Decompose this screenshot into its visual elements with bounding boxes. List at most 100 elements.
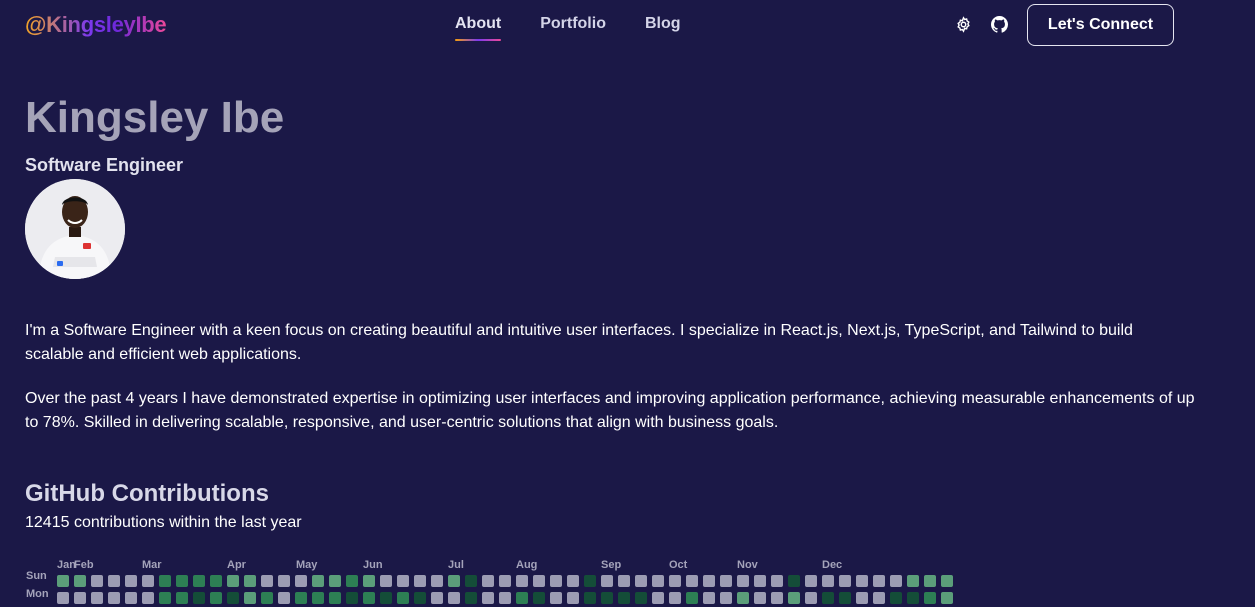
contribution-cell[interactable] [448, 575, 460, 587]
contribution-cell[interactable] [363, 592, 375, 604]
contribution-cell[interactable] [771, 575, 783, 587]
contribution-cell[interactable] [516, 575, 528, 587]
contribution-cell[interactable] [312, 575, 324, 587]
contribution-cell[interactable] [890, 575, 902, 587]
contribution-cell[interactable] [635, 575, 647, 587]
contribution-cell[interactable] [941, 592, 953, 604]
contribution-cell[interactable] [516, 592, 528, 604]
contribution-cell[interactable] [346, 592, 358, 604]
contribution-cell[interactable] [737, 592, 749, 604]
contribution-cell[interactable] [108, 592, 120, 604]
contribution-cell[interactable] [601, 592, 613, 604]
contribution-cell[interactable] [873, 592, 885, 604]
contribution-cell[interactable] [788, 592, 800, 604]
contribution-cell[interactable] [856, 575, 868, 587]
contribution-cell[interactable] [176, 575, 188, 587]
contribution-cell[interactable] [720, 575, 732, 587]
contribution-cell[interactable] [465, 592, 477, 604]
contribution-cell[interactable] [822, 592, 834, 604]
contribution-cell[interactable] [482, 592, 494, 604]
contribution-cell[interactable] [703, 575, 715, 587]
contribution-cell[interactable] [261, 592, 273, 604]
contribution-cell[interactable] [125, 575, 137, 587]
contribution-cell[interactable] [635, 592, 647, 604]
contribution-cell[interactable] [686, 592, 698, 604]
contribution-cell[interactable] [652, 592, 664, 604]
contribution-cell[interactable] [380, 592, 392, 604]
contribution-cell[interactable] [788, 575, 800, 587]
contribution-cell[interactable] [805, 592, 817, 604]
contribution-cell[interactable] [924, 575, 936, 587]
contribution-cell[interactable] [227, 575, 239, 587]
contribution-cell[interactable] [397, 592, 409, 604]
github-icon[interactable] [990, 15, 1008, 33]
contribution-cell[interactable] [295, 575, 307, 587]
contribution-cell[interactable] [924, 592, 936, 604]
contribution-cell[interactable] [414, 575, 426, 587]
contribution-cell[interactable] [227, 592, 239, 604]
contribution-cell[interactable] [856, 592, 868, 604]
contribution-cell[interactable] [363, 575, 375, 587]
contribution-cell[interactable] [108, 575, 120, 587]
contribution-cell[interactable] [907, 575, 919, 587]
contribution-cell[interactable] [601, 575, 613, 587]
contribution-cell[interactable] [142, 592, 154, 604]
contribution-cell[interactable] [431, 575, 443, 587]
contribution-cell[interactable] [193, 592, 205, 604]
contribution-cell[interactable] [550, 592, 562, 604]
contribution-cell[interactable] [907, 592, 919, 604]
contribution-cell[interactable] [91, 575, 103, 587]
contribution-cell[interactable] [686, 575, 698, 587]
contribution-cell[interactable] [499, 575, 511, 587]
contribution-cell[interactable] [482, 575, 494, 587]
contribution-cell[interactable] [261, 575, 273, 587]
contribution-cell[interactable] [74, 592, 86, 604]
site-logo[interactable]: @KingsleyIbe [25, 12, 167, 38]
contribution-cell[interactable] [414, 592, 426, 604]
contribution-cell[interactable] [380, 575, 392, 587]
contribution-cell[interactable] [584, 575, 596, 587]
contribution-cell[interactable] [584, 592, 596, 604]
contribution-cell[interactable] [533, 592, 545, 604]
contribution-cell[interactable] [805, 575, 817, 587]
contribution-cell[interactable] [346, 575, 358, 587]
contribution-cell[interactable] [669, 592, 681, 604]
lets-connect-button[interactable]: Let's Connect [1027, 4, 1174, 46]
contribution-cell[interactable] [91, 592, 103, 604]
contribution-cell[interactable] [244, 592, 256, 604]
contribution-cell[interactable] [737, 575, 749, 587]
contribution-cell[interactable] [329, 592, 341, 604]
contribution-cell[interactable] [159, 592, 171, 604]
nav-link-blog[interactable]: Blog [645, 15, 681, 41]
contribution-cell[interactable] [533, 575, 545, 587]
contribution-cell[interactable] [550, 575, 562, 587]
contribution-cell[interactable] [210, 592, 222, 604]
contribution-cell[interactable] [839, 592, 851, 604]
contribution-cell[interactable] [125, 592, 137, 604]
contribution-cell[interactable] [754, 575, 766, 587]
contribution-cell[interactable] [465, 575, 477, 587]
contribution-cell[interactable] [567, 592, 579, 604]
contribution-cell[interactable] [210, 575, 222, 587]
contribution-cell[interactable] [652, 575, 664, 587]
contribution-cell[interactable] [159, 575, 171, 587]
contribution-cell[interactable] [397, 575, 409, 587]
contribution-cell[interactable] [771, 592, 783, 604]
contribution-cell[interactable] [873, 575, 885, 587]
contribution-cell[interactable] [57, 592, 69, 604]
contribution-cell[interactable] [295, 592, 307, 604]
contribution-cell[interactable] [941, 575, 953, 587]
contribution-cell[interactable] [754, 592, 766, 604]
nav-link-about[interactable]: About [455, 15, 502, 41]
contribution-cell[interactable] [278, 592, 290, 604]
contribution-cell[interactable] [448, 592, 460, 604]
contribution-cell[interactable] [244, 575, 256, 587]
gear-icon[interactable] [954, 15, 972, 33]
contribution-cell[interactable] [74, 575, 86, 587]
contribution-cell[interactable] [669, 575, 681, 587]
contribution-cell[interactable] [312, 592, 324, 604]
contribution-cell[interactable] [329, 575, 341, 587]
contribution-cell[interactable] [57, 575, 69, 587]
contribution-cell[interactable] [618, 592, 630, 604]
contribution-cell[interactable] [176, 592, 188, 604]
